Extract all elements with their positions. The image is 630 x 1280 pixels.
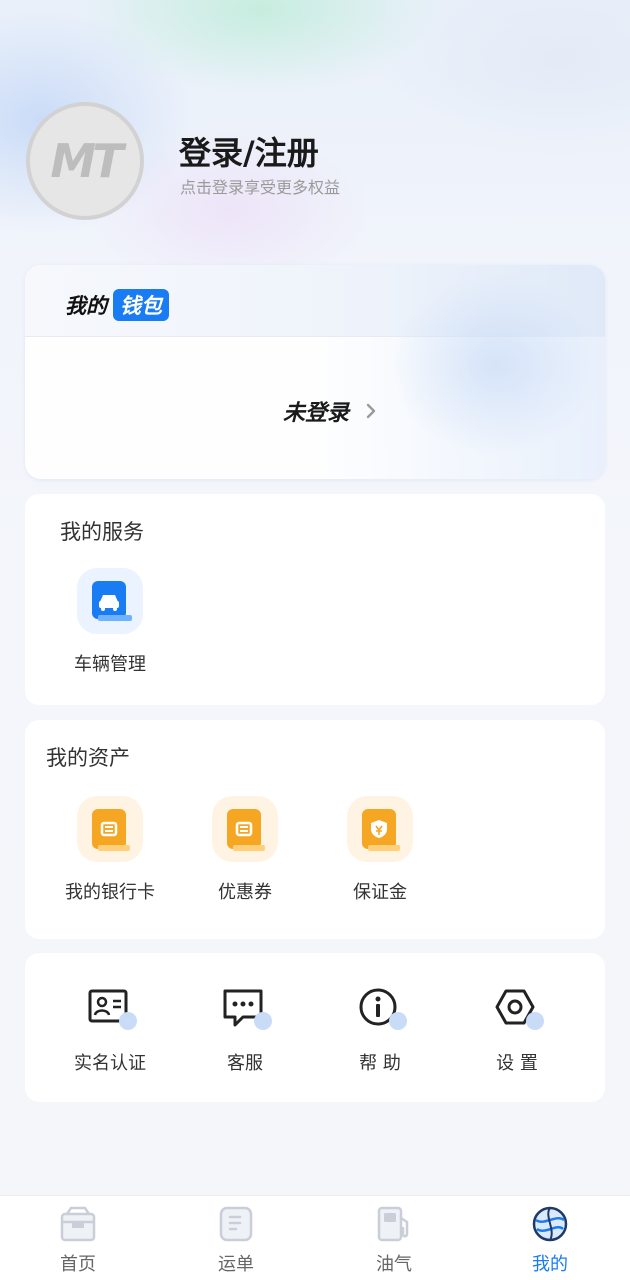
asset-item-label: 优惠券 (218, 882, 272, 903)
assets-card: 我的资产 我的银行卡 优惠券 保证金 (25, 720, 605, 939)
tool-item-label: 客服 (227, 1053, 263, 1074)
tab-waybill[interactable]: 运单 (186, 1204, 286, 1276)
asset-item-bank-card[interactable]: 我的银行卡 (40, 796, 180, 904)
tool-item-customer-service[interactable]: 客服 (175, 985, 315, 1075)
tab-home[interactable]: 首页 (28, 1204, 128, 1276)
tab-mine[interactable]: 我的 (500, 1204, 600, 1276)
id-card-icon (88, 989, 137, 1030)
coupon-icon (227, 809, 265, 851)
wallet-label: 我的 钱包 (65, 289, 169, 321)
tab-label: 首页 (60, 1254, 96, 1275)
tool-item-label: 实名认证 (74, 1053, 146, 1074)
asset-item-coupon[interactable]: 优惠券 (175, 796, 315, 904)
wallet-card[interactable]: 我的 钱包 未登录 (25, 265, 605, 479)
avatar[interactable]: MT (26, 102, 144, 220)
tool-item-settings[interactable]: 设 置 (447, 985, 587, 1075)
login-subtitle: 点击登录享受更多权益 (180, 178, 341, 197)
service-item-label: 车辆管理 (74, 654, 146, 675)
service-item-vehicle[interactable]: 车辆管理 (40, 568, 180, 676)
chevron-right-icon (366, 403, 376, 419)
home-box-icon (60, 1206, 96, 1242)
asset-item-deposit[interactable]: 保证金 (310, 796, 450, 904)
tab-label: 运单 (218, 1254, 254, 1275)
tool-item-label: 帮 助 (359, 1053, 401, 1074)
assets-title: 我的资产 (46, 746, 130, 770)
wallet-label-my: 我的 (65, 294, 107, 318)
wallet-label-wallet: 钱包 (113, 289, 169, 321)
tool-item-help[interactable]: 帮 助 (310, 985, 450, 1075)
waybill-icon (219, 1206, 253, 1242)
asset-item-label: 我的银行卡 (65, 882, 155, 903)
avatar-logo-text: MT (50, 134, 123, 188)
services-card: 我的服务 车辆管理 (25, 494, 605, 705)
settings-hex-icon (495, 989, 544, 1030)
asset-item-label: 保证金 (353, 882, 407, 903)
tab-label: 油气 (376, 1254, 412, 1275)
tool-item-label: 设 置 (496, 1053, 538, 1074)
profile-header[interactable]: MT 登录/注册 点击登录享受更多权益 (26, 100, 606, 220)
car-icon (92, 581, 132, 621)
fuel-pump-icon (377, 1206, 409, 1242)
deposit-shield-icon (362, 809, 400, 851)
wallet-login-status[interactable]: 未登录 (283, 395, 379, 427)
login-register-link[interactable]: 登录/注册 (179, 128, 319, 174)
tab-fuel[interactable]: 油气 (344, 1204, 444, 1276)
services-title: 我的服务 (60, 520, 144, 544)
tools-card: 实名认证 客服 帮 助 设 置 (25, 953, 605, 1102)
tool-item-real-name[interactable]: 实名认证 (40, 985, 180, 1075)
tab-label: 我的 (532, 1254, 568, 1275)
bank-card-icon (92, 809, 130, 851)
info-icon (359, 988, 407, 1030)
bottom-tab-bar: 首页 运单 油气 我的 (0, 1195, 630, 1280)
wallet-status-text: 未登录 (283, 401, 350, 426)
profile-globe-icon (532, 1206, 568, 1242)
chat-icon (223, 989, 272, 1030)
